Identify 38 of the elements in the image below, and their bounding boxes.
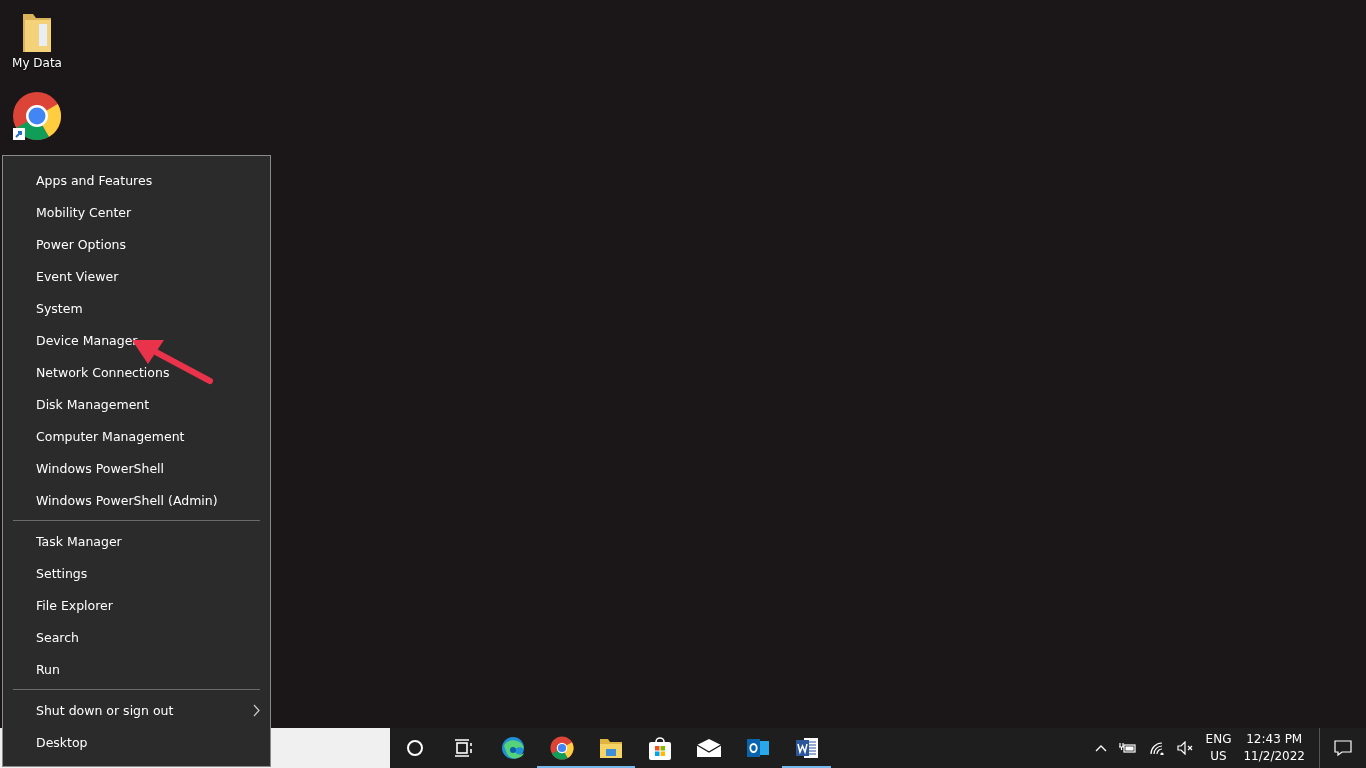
battery-icon[interactable] (1118, 742, 1137, 754)
envelope-icon[interactable] (695, 738, 722, 758)
edge-icon[interactable] (500, 736, 525, 760)
menu-item[interactable]: Disk Management (3, 388, 270, 420)
menu-item[interactable]: Shut down or sign out (3, 694, 270, 726)
circle-icon[interactable] (405, 739, 424, 757)
menu-item[interactable]: File Explorer (3, 589, 270, 621)
menu-item[interactable]: Apps and Features (3, 164, 270, 196)
menu-item[interactable]: Run (3, 653, 270, 685)
menu-item[interactable]: Search (3, 621, 270, 653)
menu-item[interactable]: Power Options (3, 228, 270, 260)
menu-item[interactable]: Task Manager (3, 525, 270, 557)
wifi-icon[interactable] (1148, 741, 1165, 755)
chrome-icon[interactable] (549, 736, 574, 760)
menu-item[interactable]: System (3, 292, 270, 324)
chevron-up-icon[interactable] (1094, 744, 1107, 752)
language-indicator[interactable]: ENG (1205, 731, 1232, 748)
menu-item[interactable]: Mobility Center (3, 196, 270, 228)
notification-icon[interactable] (1334, 739, 1352, 757)
word-icon[interactable] (794, 737, 819, 759)
folder-icon[interactable] (598, 737, 623, 759)
shopping-bag-icon[interactable] (647, 735, 672, 761)
menu-item[interactable]: Settings (3, 557, 270, 589)
clock-time[interactable]: 12:43 PM (1246, 731, 1303, 748)
menu-item[interactable]: Computer Management (3, 420, 270, 452)
icon-label[interactable]: My Data (12, 56, 62, 70)
menu-item[interactable]: Windows PowerShell (3, 452, 270, 484)
menu-item[interactable]: Device Manager (3, 324, 270, 356)
speaker-muted-icon[interactable] (1176, 741, 1194, 755)
menu-item[interactable]: Network Connections (3, 356, 270, 388)
menu-item[interactable]: Desktop (3, 726, 270, 758)
language-indicator[interactable]: US (1210, 748, 1227, 765)
clock-date[interactable]: 11/2/2022 (1243, 748, 1305, 765)
outlook-icon[interactable] (745, 737, 770, 759)
menu-item[interactable]: Windows PowerShell (Admin) (3, 484, 270, 516)
menu-item[interactable]: Event Viewer (3, 260, 270, 292)
chrome-shortcut-icon (12, 92, 62, 142)
task-view-icon[interactable] (453, 739, 474, 757)
